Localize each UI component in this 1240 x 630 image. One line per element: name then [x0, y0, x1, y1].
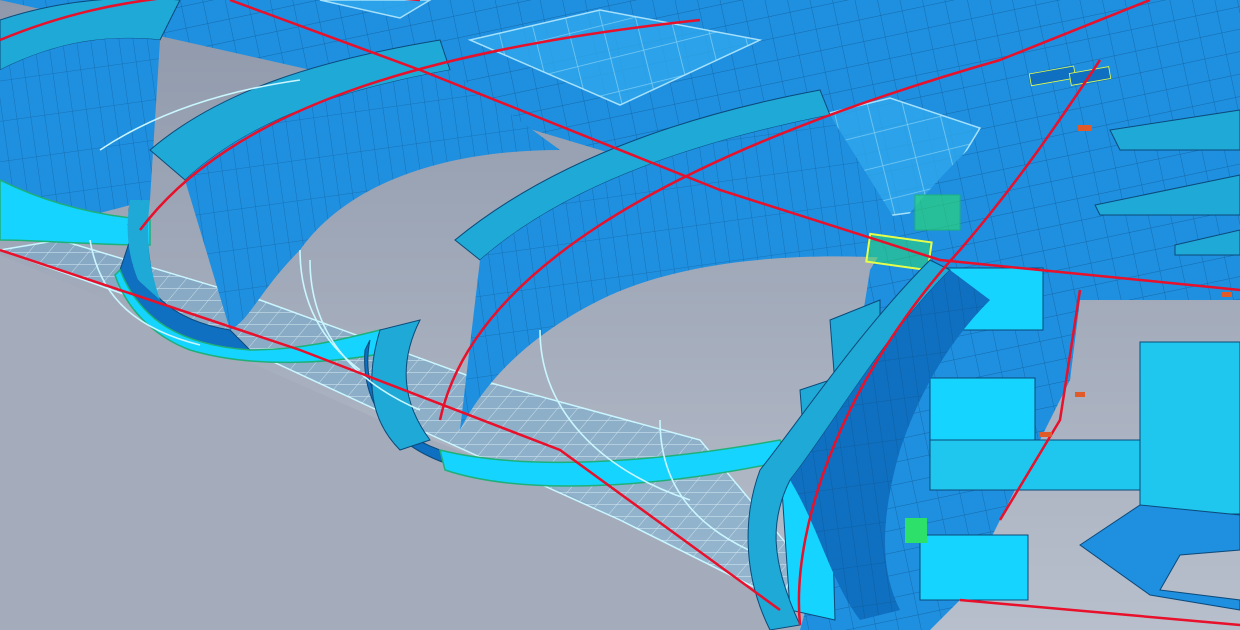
cyan-plate-2 [929, 377, 1036, 441]
cyan-plate-4 [919, 534, 1029, 601]
hull-structure-model[interactable] [0, 0, 1240, 630]
fem-3d-viewport[interactable] [0, 0, 1240, 630]
cyan-plate-5 [1139, 341, 1240, 515]
cyan-plate-3 [929, 439, 1141, 491]
